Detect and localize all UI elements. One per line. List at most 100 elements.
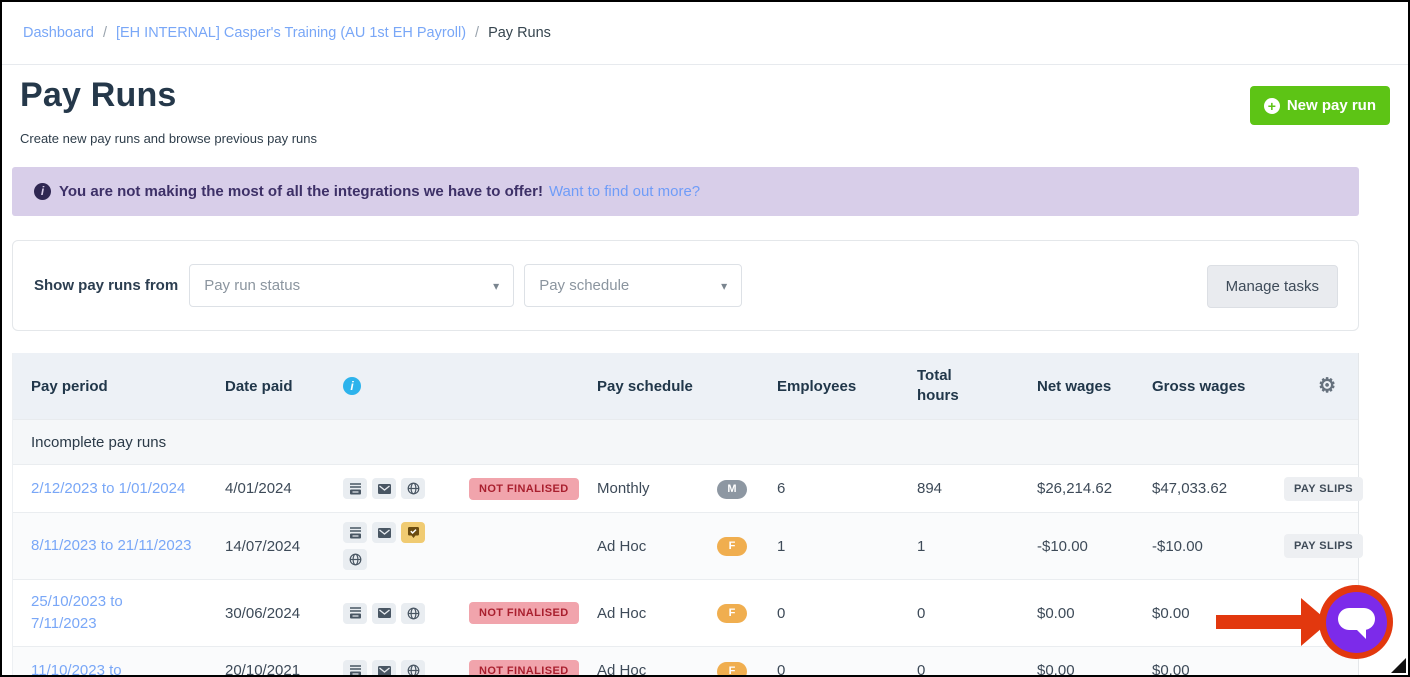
- envelope-icon[interactable]: [372, 522, 396, 543]
- envelope-icon[interactable]: [372, 478, 396, 499]
- breadcrumb: Dashboard / [EH INTERNAL] Casper's Train…: [2, 2, 1408, 65]
- col-date-paid: Date paid: [225, 377, 293, 395]
- gross-wages-cell: $0.00: [1152, 662, 1190, 677]
- resize-corner-mark: [1391, 658, 1406, 673]
- approved-check-icon[interactable]: [401, 522, 425, 543]
- date-paid-cell: 14/07/2024: [225, 537, 301, 555]
- date-paid-cell: 30/06/2024: [225, 604, 301, 622]
- app-window: Dashboard / [EH INTERNAL] Casper's Train…: [0, 0, 1410, 677]
- col-employees: Employees: [777, 377, 857, 395]
- banner-link[interactable]: Want to find out more?: [549, 183, 700, 200]
- pay-schedule-placeholder: Pay schedule: [539, 277, 630, 294]
- col-gross-wages: Gross wages: [1152, 377, 1246, 395]
- integrations-banner: i You are not making the most of all the…: [12, 167, 1359, 216]
- total-hours-cell: 0: [917, 662, 926, 677]
- col-net-wages: Net wages: [1037, 377, 1112, 395]
- pay-period-link[interactable]: 25/10/2023 to 7/11/2023: [31, 591, 149, 635]
- chevron-down-icon: ▾: [493, 278, 500, 293]
- manage-tasks-button[interactable]: Manage tasks: [1206, 265, 1338, 308]
- pay-run-status-select[interactable]: Pay run status ▾: [189, 264, 515, 307]
- status-badge: NOT FINALISED: [469, 477, 579, 500]
- total-hours-cell: 894: [917, 480, 943, 497]
- col-pay-period: Pay period: [31, 377, 108, 395]
- journal-icon[interactable]: [343, 660, 367, 675]
- gross-wages-cell: $47,033.62: [1152, 480, 1228, 497]
- total-hours-cell: 1: [917, 537, 926, 555]
- frequency-badge: F: [717, 604, 747, 623]
- net-wages-cell: -$10.00: [1037, 537, 1088, 555]
- journal-icon[interactable]: [343, 602, 367, 624]
- employees-cell: 0: [777, 604, 786, 622]
- pay-runs-table: Pay period Date paid i Pay schedule Empl…: [12, 353, 1364, 677]
- breadcrumb-org[interactable]: [EH INTERNAL] Casper's Training (AU 1st …: [116, 25, 466, 41]
- pay-schedule-select[interactable]: Pay schedule ▾: [524, 264, 743, 307]
- annotation-circle: [1319, 585, 1393, 659]
- info-icon[interactable]: i: [343, 377, 361, 395]
- pay-slips-button[interactable]: PAY SLIPS: [1284, 534, 1364, 558]
- page-header: Pay Runs Create new pay runs and browse …: [20, 76, 317, 146]
- row-action-icons: [343, 660, 437, 675]
- date-paid-cell: 4/01/2024: [225, 480, 292, 497]
- employees-cell: 0: [777, 662, 786, 677]
- breadcrumb-dashboard[interactable]: Dashboard: [23, 25, 94, 41]
- page-subtitle: Create new pay runs and browse previous …: [20, 131, 317, 146]
- breadcrumb-separator: /: [475, 25, 480, 41]
- frequency-badge: M: [717, 479, 747, 499]
- col-total-hours: Total hours: [917, 366, 959, 404]
- pay-period-link[interactable]: 11/10/2023 to: [31, 660, 122, 675]
- plus-circle-icon: +: [1263, 97, 1280, 114]
- annotation-arrow: [1216, 615, 1308, 629]
- table-row: 8/11/2023 to 21/11/2023 14/07/2024 Ad Ho…: [13, 512, 1364, 579]
- journal-icon[interactable]: [343, 478, 367, 499]
- journal-icon[interactable]: [343, 522, 367, 543]
- row-action-icons: [343, 478, 437, 499]
- chat-bubble-icon: [1337, 607, 1375, 630]
- new-pay-run-label: New pay run: [1286, 97, 1376, 114]
- net-wages-cell: $0.00: [1037, 604, 1075, 622]
- frequency-badge: F: [717, 661, 747, 675]
- employees-cell: 6: [777, 480, 786, 497]
- schedule-cell: Monthly: [597, 480, 650, 497]
- schedule-cell: Ad Hoc: [597, 662, 647, 677]
- table-row: 11/10/2023 to 20/10/2021 NOT FINALISED A…: [13, 646, 1358, 677]
- status-badge: NOT FINALISED: [469, 659, 579, 675]
- table-row: 2/12/2023 to 1/01/2024 4/01/2024 NOT FIN…: [13, 464, 1364, 512]
- date-paid-cell: 20/10/2021: [225, 662, 301, 677]
- net-wages-cell: $26,214.62: [1037, 480, 1113, 497]
- section-incomplete-pay-runs: Incomplete pay runs: [13, 419, 1358, 464]
- table-header-row: Pay period Date paid i Pay schedule Empl…: [13, 353, 1358, 419]
- schedule-cell: Ad Hoc: [597, 604, 647, 622]
- page-title: Pay Runs: [20, 76, 177, 114]
- schedule-cell: Ad Hoc: [597, 537, 647, 555]
- pay-slips-button[interactable]: PAY SLIPS: [1284, 476, 1364, 501]
- filter-card: Show pay runs from Pay run status ▾ Pay …: [12, 240, 1359, 331]
- breadcrumb-separator: /: [102, 25, 107, 41]
- frequency-badge: F: [717, 537, 747, 556]
- chevron-down-icon: ▾: [721, 278, 728, 293]
- globe-icon[interactable]: [401, 602, 425, 624]
- breadcrumb-current: Pay Runs: [488, 25, 551, 41]
- row-action-icons: [343, 602, 437, 624]
- envelope-icon[interactable]: [372, 660, 396, 675]
- banner-text: You are not making the most of all the i…: [59, 183, 543, 200]
- envelope-icon[interactable]: [372, 602, 396, 624]
- gross-wages-cell: -$10.00: [1152, 537, 1203, 555]
- chat-bubble-tail: [1355, 628, 1366, 639]
- gear-icon[interactable]: ⚙: [1318, 375, 1336, 397]
- total-hours-cell: 0: [917, 604, 926, 622]
- chat-widget-button[interactable]: [1325, 591, 1387, 653]
- globe-icon[interactable]: [401, 660, 425, 675]
- status-badge: NOT FINALISED: [469, 602, 579, 624]
- filter-label: Show pay runs from: [34, 277, 179, 294]
- net-wages-cell: $0.00: [1037, 662, 1075, 677]
- globe-icon[interactable]: [343, 549, 367, 570]
- row-action-icons: [343, 522, 437, 570]
- globe-icon[interactable]: [401, 478, 425, 499]
- pay-run-status-placeholder: Pay run status: [204, 277, 301, 294]
- col-pay-schedule: Pay schedule: [597, 377, 693, 395]
- pay-period-link[interactable]: 2/12/2023 to 1/01/2024: [31, 480, 185, 497]
- new-pay-run-button[interactable]: + New pay run: [1249, 86, 1390, 125]
- info-icon: i: [34, 183, 51, 200]
- pay-period-link[interactable]: 8/11/2023 to 21/11/2023: [31, 537, 191, 554]
- table-row: 25/10/2023 to 7/11/2023 30/06/2024 NOT F…: [13, 579, 1358, 646]
